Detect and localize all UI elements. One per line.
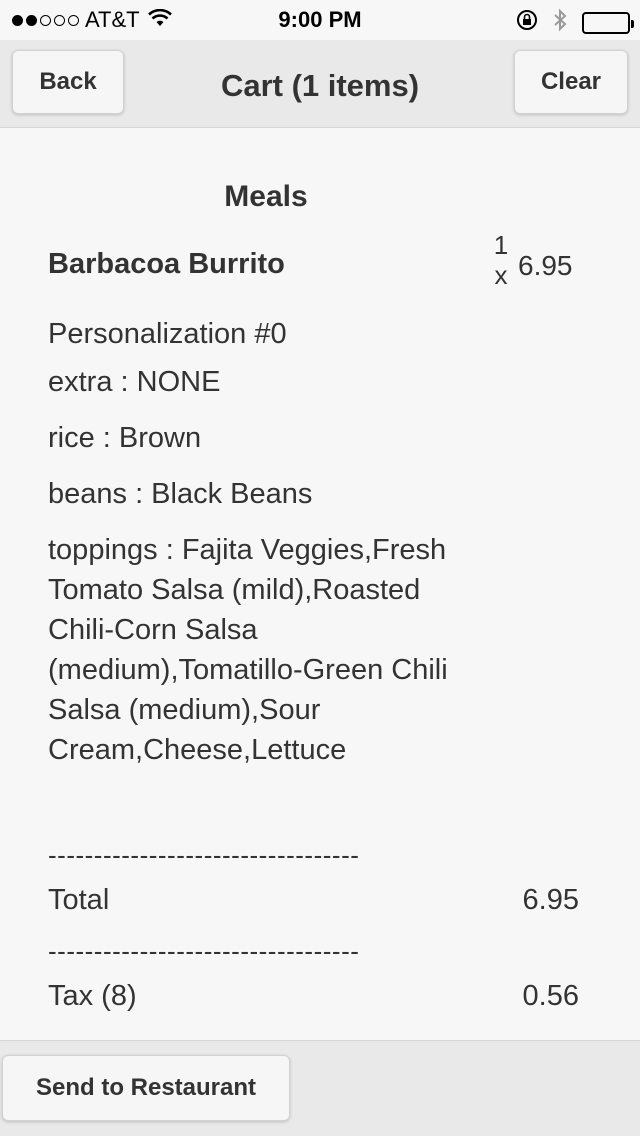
cart-content: Meals Barbacoa Burrito 1 x 6.95 Personal… bbox=[0, 128, 640, 1040]
nav-header: Back Cart (1 items) Clear bbox=[0, 40, 640, 128]
item-price: 6.95 bbox=[518, 250, 573, 281]
divider: ---------------------------------- bbox=[48, 936, 360, 966]
footer-bar: Send to Restaurant bbox=[0, 1040, 640, 1136]
tax-value: 0.56 bbox=[522, 980, 579, 1012]
item-quantity-symbol: x bbox=[494, 260, 508, 290]
status-right bbox=[516, 8, 634, 38]
clear-button[interactable]: Clear bbox=[514, 50, 628, 114]
status-bar: AT&T 9:00 PM bbox=[0, 0, 640, 40]
send-to-restaurant-button[interactable]: Send to Restaurant bbox=[2, 1055, 290, 1121]
item-name: Barbacoa Burrito bbox=[48, 248, 285, 280]
item-personalization: Personalization #0 bbox=[48, 318, 287, 350]
item-option-beans: beans : Black Beans bbox=[48, 478, 313, 510]
item-quantity-value: 1 bbox=[493, 230, 509, 260]
item-option-toppings: toppings : Fajita Veggies,Fresh Tomato S… bbox=[48, 534, 448, 766]
tax-label: Tax (8) bbox=[48, 980, 137, 1012]
bluetooth-icon bbox=[552, 8, 568, 38]
section-title: Meals bbox=[224, 180, 308, 213]
item-option-rice: rice : Brown bbox=[48, 422, 202, 454]
divider: ---------------------------------- bbox=[48, 840, 360, 870]
item-option-extra: extra : NONE bbox=[48, 366, 221, 398]
battery-icon bbox=[582, 12, 634, 34]
orientation-lock-icon bbox=[516, 9, 538, 37]
total-value: 6.95 bbox=[522, 884, 579, 916]
total-label: Total bbox=[48, 884, 110, 916]
item-quantity: 1 x bbox=[490, 230, 512, 290]
